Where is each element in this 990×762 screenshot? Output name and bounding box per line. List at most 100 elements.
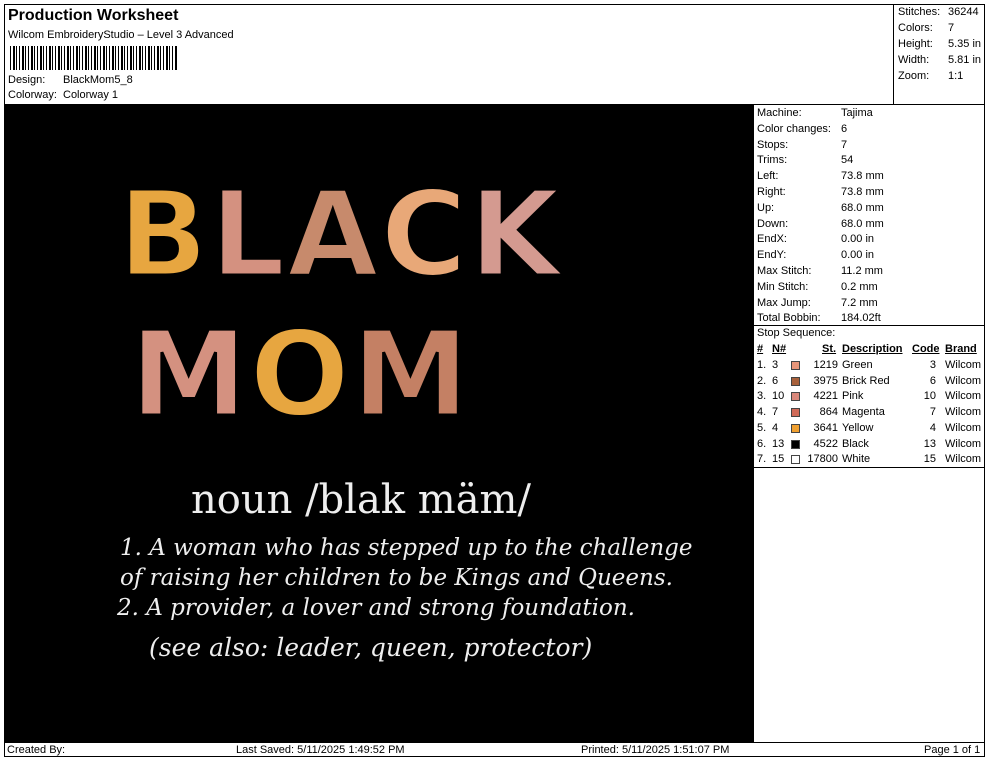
info-label: Left: bbox=[757, 170, 779, 183]
page-title: Production Worksheet bbox=[8, 7, 179, 24]
color-swatch bbox=[791, 439, 800, 449]
info-value: 6 bbox=[841, 122, 848, 135]
design-see-also: (see also: leader, queen, protector) bbox=[149, 633, 593, 662]
design-preview: BLACK MOM noun /blak mäm/ 1. A woman who… bbox=[5, 104, 753, 743]
color-swatch bbox=[791, 455, 800, 465]
row-stitches: 1219 bbox=[813, 359, 838, 371]
color-swatch bbox=[791, 376, 800, 386]
machine-info-row: Color changes: 6 bbox=[757, 123, 847, 138]
last-saved: Last Saved: 5/11/2025 1:49:52 PM bbox=[236, 744, 405, 756]
machine-info-row: Max Jump: 7.2 mm bbox=[757, 297, 878, 312]
design-letter: B bbox=[117, 164, 210, 305]
row-needle: 15 bbox=[772, 453, 785, 466]
info-panel: Machine: Tajima Color changes: 6 Stops: 7 Trim… bbox=[753, 104, 985, 742]
printed-date: Printed: 5/11/2025 1:51:07 PM bbox=[581, 744, 730, 756]
info-label: Max Jump: bbox=[757, 296, 811, 309]
stat-height: Height: 5.35 in bbox=[898, 38, 982, 50]
info-label: Trims: bbox=[757, 154, 788, 167]
divider bbox=[754, 467, 985, 468]
design-letter: A bbox=[286, 164, 381, 305]
info-value: 184.02ft bbox=[841, 312, 881, 325]
col-needle: N# bbox=[772, 343, 787, 355]
info-label: Down: bbox=[757, 217, 789, 230]
col-code: Code bbox=[912, 343, 940, 355]
color-swatch bbox=[791, 408, 800, 418]
col-stitches: St. bbox=[822, 343, 837, 355]
stat-width: Width: 5.81 in bbox=[898, 54, 982, 66]
info-value: 0.2 mm bbox=[841, 280, 878, 293]
row-index: 4. bbox=[757, 406, 767, 419]
design-label: Design: bbox=[8, 74, 46, 86]
stat-stitches: Stitches: 36244 bbox=[898, 6, 979, 18]
row-index: 3. bbox=[757, 390, 767, 403]
design-definition-2: of raising her children to be Kings and … bbox=[120, 565, 673, 591]
design-letter: L bbox=[208, 164, 288, 305]
info-value: 7.2 mm bbox=[841, 296, 878, 309]
page-number: Page 1 of 1 bbox=[924, 744, 981, 756]
row-description: Yellow bbox=[842, 421, 874, 434]
info-label: Right: bbox=[757, 186, 786, 198]
barcode bbox=[10, 46, 178, 70]
stats-panel: Stitches: 36244 Colors: 7 Height: 5.35 in W… bbox=[893, 4, 985, 104]
row-brand: Wilcom bbox=[945, 453, 982, 466]
row-index: 1. bbox=[757, 359, 767, 371]
created-by: Created By: bbox=[7, 744, 66, 756]
color-swatch bbox=[791, 423, 800, 433]
row-code: 10 bbox=[923, 390, 936, 403]
row-description: Brick Red bbox=[842, 374, 890, 387]
stat-zoom: Zoom: 1:1 bbox=[898, 70, 964, 82]
row-description: Magenta bbox=[842, 406, 885, 419]
row-needle: 13 bbox=[772, 437, 785, 450]
design-letter: K bbox=[468, 164, 563, 305]
machine-info-row: Max Stitch: 11.2 mm bbox=[757, 265, 883, 280]
info-label: EndY: bbox=[757, 249, 787, 262]
info-value: 68.0 mm bbox=[841, 201, 884, 214]
row-description: Pink bbox=[842, 390, 864, 403]
col-brand: Brand bbox=[945, 343, 977, 355]
info-label: Machine: bbox=[757, 107, 802, 119]
row-brand: Wilcom bbox=[945, 374, 982, 387]
design-letter: O bbox=[248, 304, 352, 445]
design-letter: C bbox=[379, 164, 470, 305]
row-needle: 7 bbox=[772, 406, 779, 419]
worksheet-header: Production Worksheet Wilcom EmbroiderySt… bbox=[4, 4, 893, 104]
design-text-black: BLACK bbox=[117, 164, 563, 305]
row-code: 15 bbox=[923, 453, 936, 466]
row-needle: 6 bbox=[772, 374, 779, 387]
row-code: 4 bbox=[929, 421, 936, 434]
machine-info-row: EndY: 0.00 in bbox=[757, 249, 874, 264]
machine-info-row: Trims: 54 bbox=[757, 154, 853, 169]
info-value: 0.00 in bbox=[841, 249, 875, 262]
row-stitches: 3641 bbox=[813, 421, 838, 434]
row-index: 7. bbox=[757, 453, 767, 466]
design-row: Design: BlackMom5_8 bbox=[8, 74, 133, 86]
design-value: BlackMom5_8 bbox=[63, 74, 133, 86]
row-needle: 4 bbox=[772, 421, 779, 434]
stat-colors: Colors: 7 bbox=[898, 22, 955, 34]
machine-info-row: Machine: Tajima bbox=[757, 107, 873, 122]
machine-info-row: Up: 68.0 mm bbox=[757, 202, 884, 217]
machine-info-row: Min Stitch: 0.2 mm bbox=[757, 281, 878, 296]
row-brand: Wilcom bbox=[945, 437, 982, 450]
row-stitches: 3975 bbox=[813, 374, 838, 387]
row-brand: Wilcom bbox=[945, 359, 982, 371]
design-text-mom: MOM bbox=[128, 304, 471, 445]
design-definition-1: 1. A woman who has stepped up to the cha… bbox=[120, 535, 693, 561]
row-brand: Wilcom bbox=[945, 421, 982, 434]
info-value: 73.8 mm bbox=[841, 170, 884, 183]
color-swatch bbox=[791, 392, 800, 402]
row-code: 6 bbox=[929, 374, 936, 387]
col-description: Description bbox=[842, 343, 903, 355]
row-brand: Wilcom bbox=[945, 390, 982, 403]
machine-info-row: EndX: 0.00 in bbox=[757, 233, 874, 248]
color-swatch bbox=[791, 361, 800, 370]
design-letter: M bbox=[128, 304, 250, 445]
row-needle: 10 bbox=[772, 390, 785, 403]
design-definition-3: 2. A provider, a lover and strong founda… bbox=[117, 595, 635, 621]
software-name: Wilcom EmbroideryStudio – Level 3 Advanc… bbox=[8, 29, 234, 41]
info-value: Tajima bbox=[841, 107, 873, 119]
row-description: Green bbox=[842, 359, 873, 371]
row-description: White bbox=[842, 453, 871, 466]
row-code: 7 bbox=[929, 406, 936, 419]
info-value: 54 bbox=[841, 154, 854, 167]
